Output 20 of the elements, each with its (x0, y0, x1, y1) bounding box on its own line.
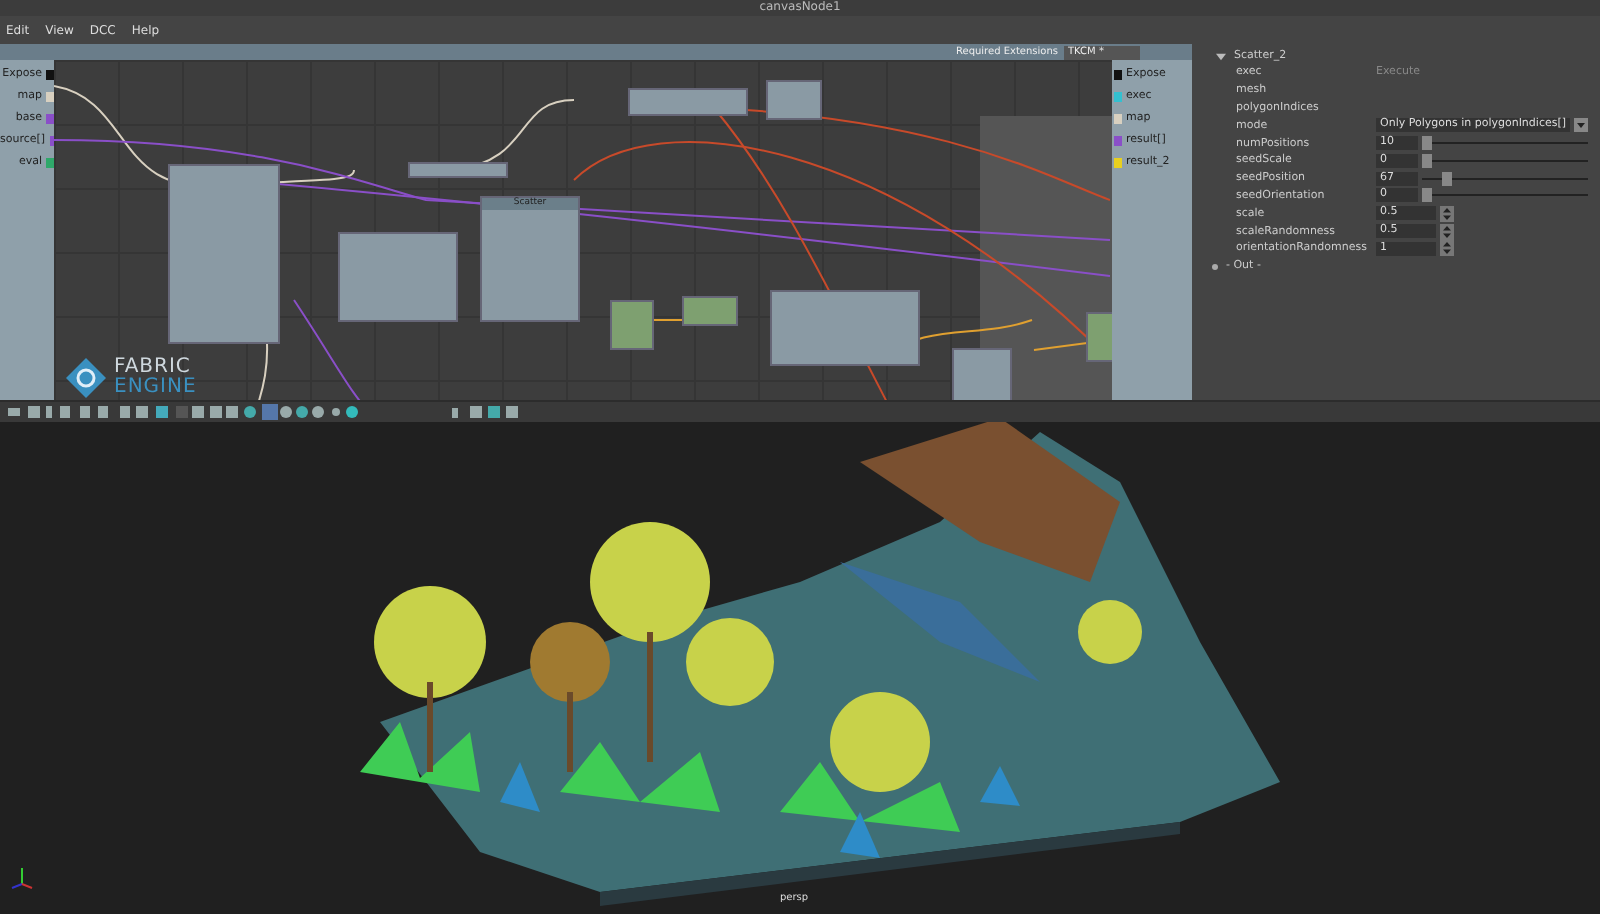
slider-thumb[interactable] (1441, 171, 1452, 186)
slider-thumb[interactable] (1422, 188, 1432, 203)
graph-node[interactable] (610, 300, 654, 350)
slider-thumb[interactable] (1422, 153, 1432, 168)
diamond-logo-icon (64, 356, 108, 400)
collapsed-bullet-icon[interactable] (1212, 263, 1218, 270)
graph-node[interactable] (408, 162, 508, 178)
slider-thumb[interactable] (1422, 136, 1432, 151)
axis-gizmo-icon (10, 864, 34, 892)
logo-text: FABRIC (114, 358, 191, 378)
graph-node[interactable] (952, 348, 1012, 400)
graph-node[interactable] (682, 296, 738, 326)
expand-toggle-icon[interactable] (1216, 51, 1226, 61)
graph-node[interactable] (338, 232, 458, 322)
graph-node[interactable] (766, 80, 822, 120)
dropdown-caret-icon[interactable] (1574, 118, 1589, 133)
graph-node[interactable] (628, 88, 748, 116)
graph-node[interactable] (168, 164, 280, 344)
logo-text: ENGINE (114, 378, 197, 398)
graph-node[interactable] (770, 290, 920, 366)
